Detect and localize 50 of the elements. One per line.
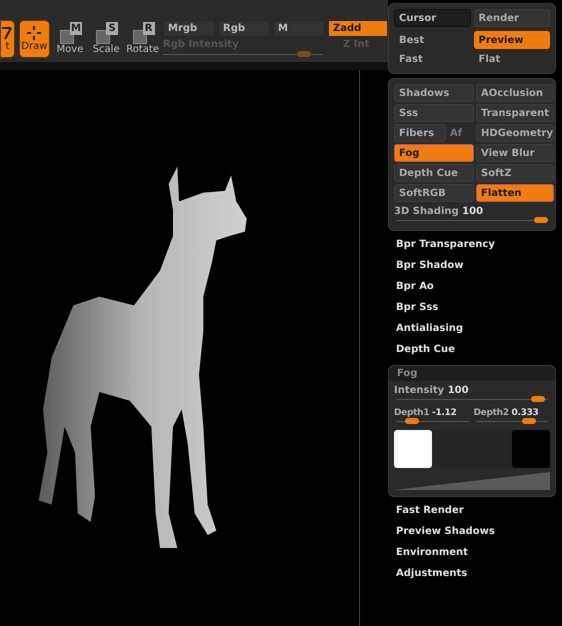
subpalette-item[interactable]: Bpr Transparency [396, 239, 548, 250]
toggle-button[interactable]: View Blur [476, 144, 554, 162]
color-swatch[interactable] [512, 430, 550, 468]
slider-thumb[interactable] [531, 396, 546, 402]
subpalette-item[interactable]: Environment [396, 547, 548, 558]
fog-title: Fog [389, 366, 555, 381]
toggle-button[interactable]: Shadows [394, 84, 474, 102]
quality-option[interactable]: Preview [474, 31, 550, 49]
depth1-slider[interactable]: Depth1 -1.12 [394, 408, 470, 426]
transform-tool[interactable]: M Move [54, 22, 86, 55]
quality-option[interactable]: Fast [394, 50, 470, 68]
transform-tool[interactable]: R Rotate [126, 22, 160, 55]
menu-button[interactable]: Render [474, 9, 550, 27]
tool-button[interactable]: Draw [18, 20, 50, 58]
toggle-button[interactable]: SoftRGB [394, 184, 474, 202]
toggle-button[interactable]: Depth Cue [394, 164, 474, 182]
crosshair-icon [26, 25, 42, 41]
menu-button[interactable]: Cursor [394, 9, 470, 27]
shading-slider[interactable]: 3D Shading 100 [394, 206, 550, 225]
tool-button[interactable]: t [0, 20, 15, 58]
slider-thumb[interactable] [522, 418, 536, 424]
toggle-button[interactable]: Fog [394, 144, 474, 162]
slider-thumb[interactable] [534, 217, 548, 223]
quality-option[interactable]: Flat [474, 50, 550, 68]
mode-button[interactable]: Mrgb [163, 20, 216, 37]
depth2-slider[interactable]: Depth2 0.333 [474, 408, 550, 426]
toggle-button[interactable]: SoftZ [476, 164, 554, 182]
subpalette-item[interactable]: Bpr Sss [396, 302, 548, 313]
toggle-button[interactable]: Transparent [476, 104, 554, 122]
toggle-button[interactable]: Fibers [394, 124, 446, 142]
subpalette-item[interactable]: Preview Shadows [396, 526, 548, 537]
subpalette-item[interactable]: Antialiasing [396, 323, 548, 334]
toggle-button[interactable]: Flatten [476, 184, 554, 202]
mode-button[interactable]: M [273, 20, 326, 37]
subpalette-item[interactable]: Bpr Ao [396, 281, 548, 292]
toggle-button[interactable]: Sss [394, 104, 474, 122]
mode-button[interactable]: Rgb [218, 20, 270, 37]
pencil-icon [1, 25, 14, 41]
color-swatch[interactable] [394, 430, 432, 468]
slider-thumb[interactable] [404, 418, 419, 424]
subpalette-item[interactable]: Depth Cue [396, 344, 548, 355]
subpalette-item[interactable]: Fast Render [396, 505, 548, 516]
toggle-button[interactable]: HDGeometry [476, 124, 554, 142]
mode-button[interactable]: Zadd [328, 20, 388, 37]
subpalette-item[interactable]: Bpr Shadow [396, 260, 548, 271]
intensity-slider[interactable]: Intensity 100 [394, 385, 550, 404]
toggle-button[interactable]: AOcclusion [476, 84, 554, 102]
transform-tool[interactable]: S Scale [90, 22, 122, 55]
subpalette-item[interactable]: Adjustments [396, 568, 548, 579]
quality-option[interactable]: Best [394, 31, 470, 49]
